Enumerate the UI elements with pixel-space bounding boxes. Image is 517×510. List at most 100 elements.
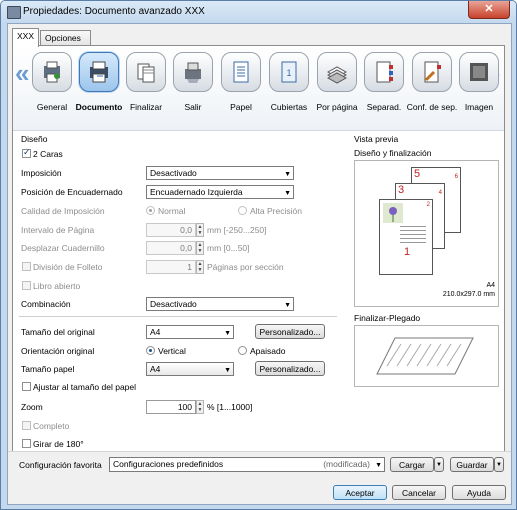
save-button[interactable]: Guardar	[450, 457, 494, 472]
cancel-button[interactable]: Cancelar	[392, 485, 446, 500]
booklet-division-checkbox[interactable]	[22, 262, 31, 271]
imposition-quality-label: Calidad de Imposición	[21, 206, 105, 216]
combination-label: Combinación	[21, 299, 71, 309]
document-icon	[79, 52, 119, 92]
booklet-shift-spinner[interactable]: ▲ ▼	[196, 241, 204, 255]
original-size-label: Tamaño del original	[21, 327, 95, 337]
preview-paper-label: A4	[486, 282, 495, 289]
original-size-custom-button[interactable]: Personalizado...	[255, 324, 325, 339]
page-interval-label: Intervalo de Página	[21, 225, 95, 235]
printer-icon	[7, 6, 21, 19]
covers-icon: 1	[269, 52, 309, 92]
title-bar[interactable]: Propiedades: Documento avanzado XXX ✕	[1, 1, 516, 23]
orientation-portrait-label: Vertical	[158, 346, 186, 356]
finish-icon	[126, 52, 166, 92]
binding-position-label: Posición de Encuadernado	[21, 187, 123, 197]
save-menu-dropdown-icon[interactable]: ▼	[494, 457, 504, 472]
separator-settings-icon	[412, 52, 452, 92]
open-book-checkbox[interactable]	[22, 281, 31, 290]
page-number: 1	[404, 246, 411, 258]
fold-preview	[354, 325, 499, 387]
tab-advanced-options[interactable]: Opciones avanzadas	[40, 30, 92, 58]
booklet-division-spinner[interactable]: ▲ ▼	[196, 260, 204, 274]
nav-item-finish[interactable]: Finalizar	[124, 52, 168, 124]
paper-size-custom-button[interactable]: Personalizado...	[255, 361, 325, 376]
zoom-spinner[interactable]: ▲ ▼	[196, 400, 204, 414]
complete-checkbox[interactable]	[22, 421, 31, 430]
close-button[interactable]: ✕	[468, 1, 510, 19]
preview-panel: Vista previa Diseño y finalización 5 6 3…	[354, 134, 501, 444]
paper-size-select[interactable]: A4 ▼	[146, 362, 234, 376]
nav-item-covers[interactable]: 1 Cubiertas	[267, 52, 311, 124]
nav-left-arrow-icon[interactable]: «	[15, 58, 29, 89]
open-book-label: Libro abierto	[33, 281, 81, 291]
nav-item-separator-settings[interactable]: Conf. de sep.	[407, 52, 457, 124]
help-button[interactable]: Ayuda	[452, 485, 506, 500]
booklet-division-input[interactable]: 1	[146, 260, 196, 274]
binding-position-select[interactable]: Encuadernado Izquierda ▼	[146, 185, 294, 199]
nav-item-image[interactable]: Imagen	[457, 52, 501, 124]
nav-item-separators[interactable]: Separad.	[362, 52, 406, 124]
page-number-small: 2	[426, 202, 430, 208]
orientation-landscape-label: Apaisado	[250, 346, 286, 356]
two-sided-checkbox[interactable]: ✓	[22, 147, 31, 158]
imposition-label: Imposición	[21, 168, 62, 178]
quality-high-label: Alta Precisión	[250, 206, 302, 216]
section-divider	[19, 316, 337, 317]
load-button[interactable]: Cargar	[390, 457, 434, 472]
quality-high-radio[interactable]	[238, 206, 247, 215]
dialog-client: XXX Opciones avanzadas « » General	[7, 23, 512, 505]
fit-to-paper-label: Ajustar al tamaño del papel	[33, 382, 137, 392]
svg-text:1: 1	[286, 68, 291, 78]
preview-title: Vista previa	[354, 134, 399, 144]
orientation-landscape-radio[interactable]	[238, 346, 247, 355]
ok-button[interactable]: Aceptar	[333, 485, 387, 500]
quality-normal-label: Normal	[158, 206, 186, 216]
combination-select[interactable]: Desactivado ▼	[146, 297, 294, 311]
paper-icon	[221, 52, 261, 92]
zoom-label: Zoom	[21, 402, 43, 412]
general-icon	[32, 52, 72, 92]
orientation-portrait-radio[interactable]	[146, 346, 155, 355]
tab-xxx[interactable]: XXX	[12, 28, 40, 47]
original-size-select[interactable]: A4 ▼	[146, 325, 234, 339]
favorite-config-select[interactable]: Configuraciones predefinidos (modificada…	[109, 457, 385, 472]
rotate-180-checkbox[interactable]	[22, 439, 31, 448]
favorite-config-label: Configuración favorita	[19, 460, 102, 470]
zoom-unit: % [1...1000]	[207, 402, 253, 412]
preview-fold-title: Finalizar-Plegado	[354, 313, 421, 323]
quality-normal-radio[interactable]	[146, 206, 155, 215]
paper-size-label: Tamaño papel	[21, 364, 75, 374]
page-number: 5	[414, 168, 421, 180]
booklet-shift-input[interactable]: 0,0	[146, 241, 196, 255]
properties-window: Propiedades: Documento avanzado XXX ✕ XX…	[0, 0, 517, 510]
nav-item-output[interactable]: Salir	[171, 52, 215, 124]
imposition-select[interactable]: Desactivado ▼	[146, 166, 294, 180]
nav-item-paper[interactable]: Papel	[219, 52, 263, 124]
footer-divider	[8, 451, 511, 452]
booklet-division-unit: Páginas por sección	[207, 262, 284, 272]
preview-paper-dimensions: 210.0x297.0 mm	[442, 291, 495, 298]
complete-label: Completo	[33, 421, 70, 431]
booklet-shift-label: Desplazar Cuadernillo	[21, 243, 105, 253]
zoom-input[interactable]: 100	[146, 400, 196, 414]
page-interval-input[interactable]: 0,0	[146, 223, 196, 237]
design-group-title: Diseño	[21, 134, 48, 144]
per-page-icon	[317, 52, 357, 92]
nav-item-per-page[interactable]: Por página	[315, 52, 359, 124]
output-icon	[173, 52, 213, 92]
fit-to-paper-checkbox[interactable]	[22, 382, 31, 391]
folded-paper-icon	[376, 337, 474, 375]
booklet-shift-unit: mm [0...50]	[207, 243, 250, 253]
page-interval-spinner[interactable]: ▲ ▼	[196, 223, 204, 237]
page-number: 3	[398, 184, 405, 196]
nav-item-document[interactable]: Documento	[76, 52, 122, 124]
flower-icon	[383, 203, 403, 223]
category-nav: « » General Documento	[13, 46, 504, 131]
preview-page: 1 2	[379, 199, 433, 275]
tab-panel: « » General Documento	[12, 45, 505, 452]
window-title: Propiedades: Documento avanzado XXX	[23, 6, 205, 17]
nav-item-general[interactable]: General	[30, 52, 74, 124]
load-menu-dropdown-icon[interactable]: ▼	[434, 457, 444, 472]
layout-preview: 5 6 3 4 1 2 A4 210.0x297.0 mm	[354, 160, 499, 307]
